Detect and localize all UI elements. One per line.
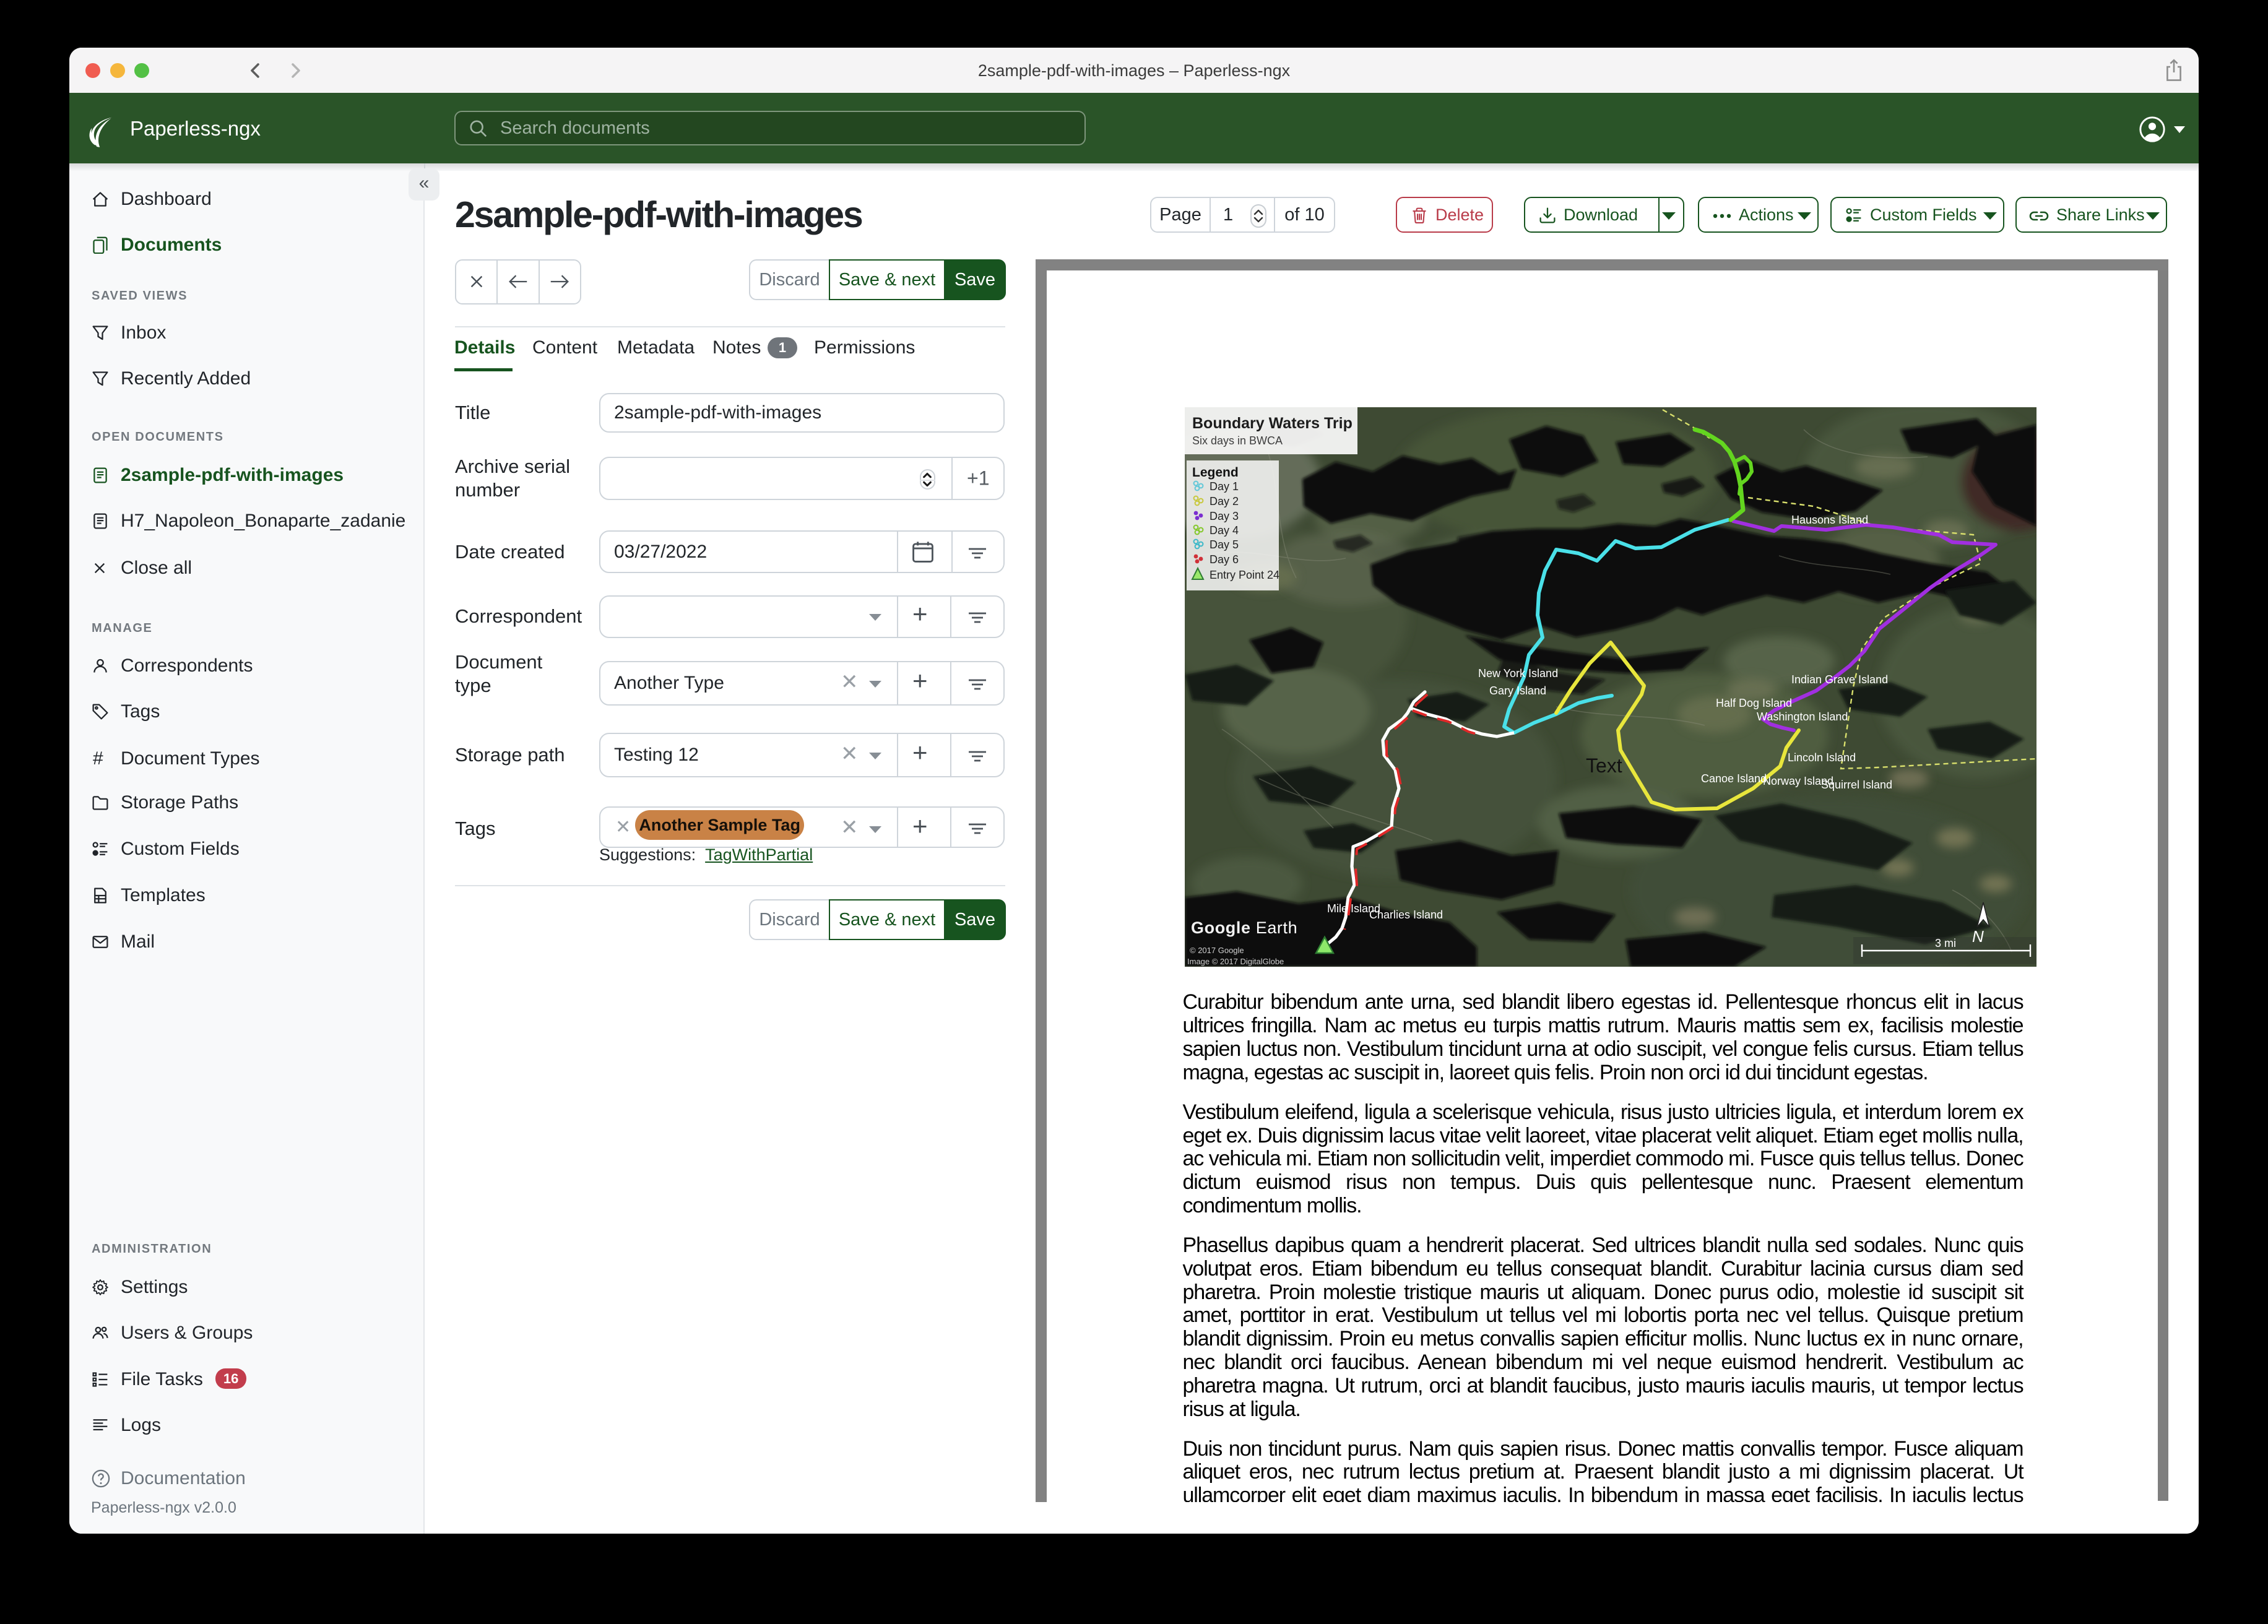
svg-text:Text: Text xyxy=(1586,754,1622,777)
svg-text:Day 1: Day 1 xyxy=(1210,480,1239,493)
svg-text:Boundary Waters Trip: Boundary Waters Trip xyxy=(1192,415,1353,432)
svg-text:Day 5: Day 5 xyxy=(1210,538,1239,551)
svg-text:Entry Point 24: Entry Point 24 xyxy=(1210,569,1279,581)
svg-text:3 mi: 3 mi xyxy=(1935,937,1956,949)
svg-text:Washington Island: Washington Island xyxy=(1757,710,1848,723)
svg-text:Half Dog Island: Half Dog Island xyxy=(1716,697,1792,709)
svg-text:Charlies Island: Charlies Island xyxy=(1369,909,1443,921)
svg-text:Squirrel Island: Squirrel Island xyxy=(1821,779,1892,791)
svg-text:Day 2: Day 2 xyxy=(1210,495,1239,508)
svg-text:Day 3: Day 3 xyxy=(1210,510,1239,522)
svg-text:New York Island: New York Island xyxy=(1478,667,1558,680)
svg-text:Day 6: Day 6 xyxy=(1210,553,1239,566)
svg-text:© 2017 Google: © 2017 Google xyxy=(1190,946,1244,955)
svg-text:Google Earth: Google Earth xyxy=(1191,918,1297,937)
svg-text:Day 4: Day 4 xyxy=(1210,524,1239,537)
svg-text:Six days in BWCA: Six days in BWCA xyxy=(1192,434,1283,447)
svg-text:Hausons Island: Hausons Island xyxy=(1791,514,1868,526)
svg-text:Gary Island: Gary Island xyxy=(1489,685,1546,697)
svg-text:N: N xyxy=(1972,927,1984,946)
svg-text:Legend: Legend xyxy=(1192,465,1239,480)
svg-text:Lincoln Island: Lincoln Island xyxy=(1788,751,1856,764)
svg-text:Image © 2017 DigitalGlobe: Image © 2017 DigitalGlobe xyxy=(1187,957,1284,966)
svg-text:Indian Grave Island: Indian Grave Island xyxy=(1791,673,1888,686)
svg-text:Canoe Island: Canoe Island xyxy=(1701,772,1767,785)
